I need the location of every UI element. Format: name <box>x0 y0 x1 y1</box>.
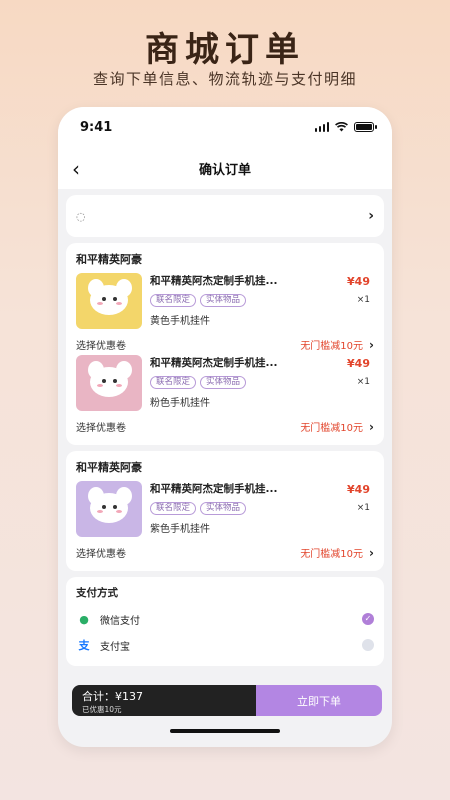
coupon-value: 无门槛减10元 <box>300 548 364 560</box>
discount-text: 已优惠10元 <box>82 705 122 714</box>
item-variant: 粉色手机挂件 <box>150 398 210 409</box>
address-selector[interactable]: ◌ › <box>66 195 384 237</box>
item-title: 和平精英阿杰定制手机挂... <box>150 357 278 369</box>
nav-bar: ‹ 确认订单 <box>58 147 392 189</box>
payment-option-wechat[interactable]: ● 微信支付 ✓ <box>76 606 374 632</box>
checkout-bar: 合计：¥137 已优惠10元 立即下单 <box>72 685 382 716</box>
tag-collab: 联名限定 <box>150 376 197 389</box>
signal-icon <box>314 122 329 132</box>
tag-collab: 联名限定 <box>150 294 197 307</box>
total-label: 合计： <box>82 690 115 703</box>
battery-icon <box>354 122 377 132</box>
status-icons <box>314 122 377 132</box>
coupon-selector[interactable]: 选择优惠卷 无门槛减10元 › <box>76 335 374 353</box>
item-price: ¥49 <box>347 483 370 496</box>
chevron-right-icon: › <box>369 419 374 434</box>
product-thumbnail <box>76 481 142 537</box>
product-thumbnail <box>76 273 142 329</box>
location-icon: ◌ <box>76 209 86 223</box>
total-value: ¥137 <box>115 690 143 703</box>
item-variant: 黄色手机挂件 <box>150 316 210 327</box>
submit-order-button[interactable]: 立即下单 <box>256 685 382 716</box>
tag-physical: 实体物品 <box>200 376 247 389</box>
home-indicator <box>170 729 280 733</box>
page-title: 确认订单 <box>198 162 251 178</box>
coupon-label: 选择优惠卷 <box>76 340 126 352</box>
wechat-icon: ● <box>79 612 89 626</box>
phone-mockup: 9:41 ‹ 确认订单 ◌ › 和平精英阿豪 和平精英阿杰定制手机挂... 联名… <box>58 107 392 747</box>
coupon-label: 选择优惠卷 <box>76 422 126 434</box>
total-box: 合计：¥137 已优惠10元 <box>72 685 256 716</box>
wifi-icon <box>335 122 348 132</box>
shop-card: 和平精英阿豪 和平精英阿杰定制手机挂... 联名限定 实体物品 紫色手机挂件 ¥… <box>66 451 384 571</box>
tag-physical: 实体物品 <box>200 294 247 307</box>
payment-option-alipay[interactable]: 支 支付宝 <box>76 632 374 658</box>
shop-card: 和平精英阿豪 和平精英阿杰定制手机挂... 联名限定 实体物品 黄色手机挂件 ¥… <box>66 243 384 445</box>
item-quantity: ×1 <box>356 295 370 305</box>
payment-label: 支付宝 <box>100 641 130 653</box>
item-price: ¥49 <box>347 275 370 288</box>
coupon-selector[interactable]: 选择优惠卷 无门槛减10元 › <box>76 543 374 561</box>
payment-card: 支付方式 ● 微信支付 ✓ 支 支付宝 <box>66 577 384 666</box>
status-time: 9:41 <box>80 119 113 135</box>
order-item[interactable]: 和平精英阿杰定制手机挂... 联名限定 实体物品 粉色手机挂件 ¥49 ×1 <box>76 355 374 413</box>
radio-selected-icon[interactable]: ✓ <box>362 613 374 625</box>
alipay-icon: 支 <box>78 639 90 652</box>
chevron-right-icon: › <box>369 337 374 352</box>
subheadline: 查询下单信息、物流轨迹与支付明细 <box>92 70 357 88</box>
headline: 商城订单 <box>145 30 305 70</box>
coupon-value: 无门槛减10元 <box>300 422 364 434</box>
payment-label: 微信支付 <box>100 615 140 627</box>
tag-physical: 实体物品 <box>200 502 247 515</box>
coupon-value: 无门槛减10元 <box>300 340 364 352</box>
order-content: ◌ › 和平精英阿豪 和平精英阿杰定制手机挂... 联名限定 实体物品 黄色手机… <box>58 195 392 666</box>
coupon-selector[interactable]: 选择优惠卷 无门槛减10元 › <box>76 417 374 435</box>
order-item[interactable]: 和平精英阿杰定制手机挂... 联名限定 实体物品 紫色手机挂件 ¥49 ×1 <box>76 481 374 539</box>
item-quantity: ×1 <box>356 377 370 387</box>
shop-name: 和平精英阿豪 <box>76 253 142 266</box>
chevron-right-icon: › <box>369 545 374 560</box>
order-item[interactable]: 和平精英阿杰定制手机挂... 联名限定 实体物品 黄色手机挂件 ¥49 ×1 <box>76 273 374 331</box>
product-thumbnail <box>76 355 142 411</box>
item-title: 和平精英阿杰定制手机挂... <box>150 483 278 495</box>
back-arrow-icon[interactable]: ‹ <box>72 157 80 181</box>
item-quantity: ×1 <box>356 503 370 513</box>
status-bar: 9:41 <box>58 107 392 147</box>
chevron-right-icon: › <box>368 208 374 224</box>
item-variant: 紫色手机挂件 <box>150 524 210 535</box>
payment-title: 支付方式 <box>76 587 118 599</box>
shop-name: 和平精英阿豪 <box>76 461 142 474</box>
item-price: ¥49 <box>347 357 370 370</box>
item-title: 和平精英阿杰定制手机挂... <box>150 275 278 287</box>
radio-unselected-icon[interactable] <box>362 639 374 651</box>
coupon-label: 选择优惠卷 <box>76 548 126 560</box>
tag-collab: 联名限定 <box>150 502 197 515</box>
